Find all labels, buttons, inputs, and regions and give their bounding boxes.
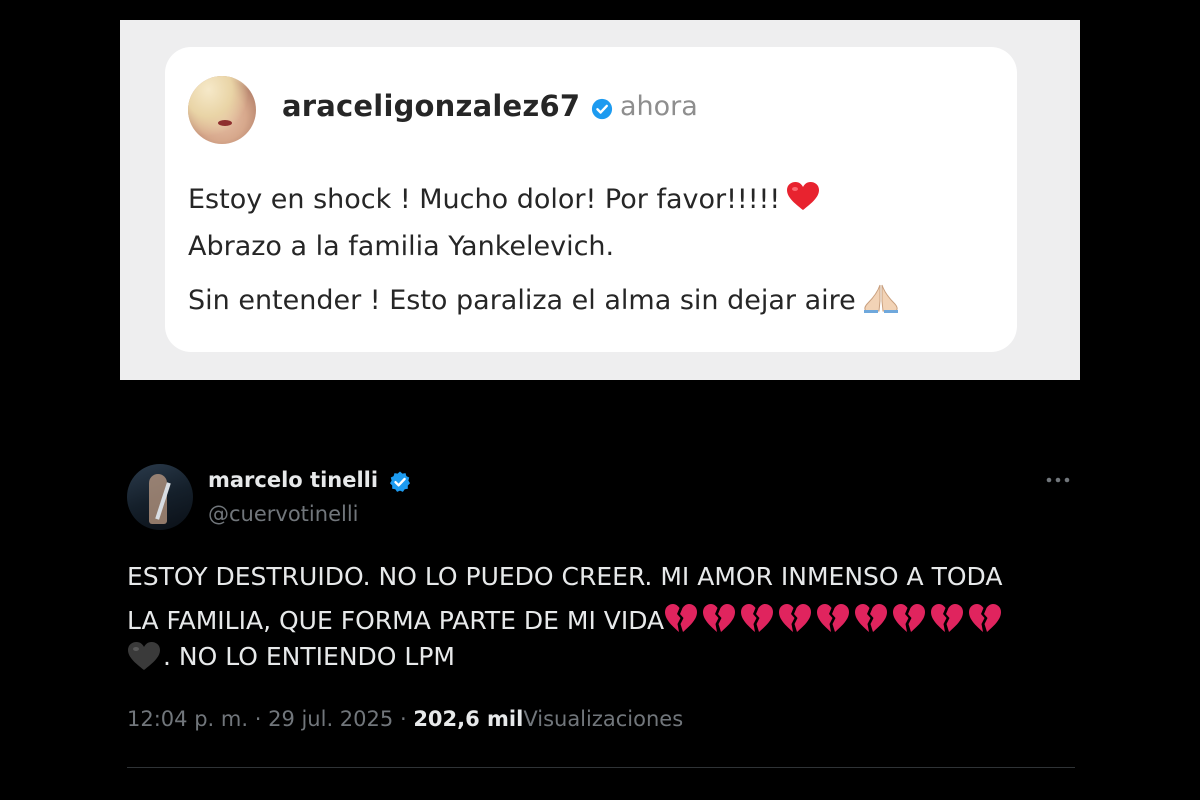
instagram-caption-line-1: Estoy en shock ! Mucho dolor! Por favor!… (188, 181, 820, 215)
broken-heart-icon (665, 604, 698, 632)
broken-heart-icon (855, 604, 888, 632)
broken-hearts-emoji-row (665, 604, 1002, 632)
instagram-post-time: ahora (620, 91, 698, 122)
tweet-text: . NO LO ENTIENDO LPM (163, 642, 455, 671)
separator-dot: · (399, 707, 407, 731)
black-heart-icon (128, 642, 160, 670)
views-label: Visualizaciones (523, 707, 684, 731)
instagram-avatar[interactable] (188, 76, 256, 144)
separator-dot: · (254, 707, 262, 731)
verified-badge-icon (591, 98, 613, 120)
tweet-text-line-1: ESTOY DESTRUIDO. NO LO PUEDO CREER. MI A… (127, 562, 1003, 591)
screenshot: araceligonzalez67 ahora Estoy en shock !… (0, 0, 1200, 800)
tweet-date[interactable]: 29 jul. 2025 (268, 707, 393, 731)
twitter-display-name[interactable]: marcelo tinelli (208, 468, 378, 492)
verified-badge-icon[interactable] (388, 470, 412, 494)
tweet-text: LA FAMILIA, QUE FORMA PARTE DE MI VIDA (127, 606, 665, 635)
caption-text: Estoy en shock ! Mucho dolor! Por favor!… (188, 184, 781, 215)
broken-heart-icon (893, 604, 926, 632)
instagram-post-screenshot: araceligonzalez67 ahora Estoy en shock !… (120, 20, 1080, 380)
tweet-text-line-2: LA FAMILIA, QUE FORMA PARTE DE MI VIDA (127, 601, 1006, 635)
avatar-hair (188, 76, 256, 144)
broken-heart-icon (817, 604, 850, 632)
twitter-handle[interactable]: @cuervotinelli (208, 502, 359, 526)
tweet-text-line-3: . NO LO ENTIENDO LPM (127, 641, 455, 671)
tweet-metadata: 12:04 p. m. · 29 jul. 2025 · 202,6 milVi… (127, 707, 683, 731)
tweet-time[interactable]: 12:04 p. m. (127, 707, 248, 731)
instagram-caption-line-2: Abrazo a la familia Yankelevich. (188, 231, 615, 262)
instagram-username[interactable]: araceligonzalez67 (282, 89, 580, 123)
broken-heart-icon (969, 604, 1002, 632)
broken-heart-icon (931, 604, 964, 632)
twitter-avatar[interactable] (127, 464, 193, 530)
red-heart-icon (787, 182, 820, 210)
more-options-icon[interactable] (1042, 466, 1074, 494)
broken-heart-icon (779, 604, 812, 632)
views-count[interactable]: 202,6 mil (413, 707, 523, 731)
broken-heart-icon (741, 604, 774, 632)
caption-text: Sin entender ! Esto paraliza el alma sin… (188, 285, 856, 316)
folded-hands-icon (863, 284, 898, 313)
broken-heart-icon (703, 604, 736, 632)
instagram-caption-line-3: Sin entender ! Esto paraliza el alma sin… (188, 281, 900, 316)
avatar-lips (218, 120, 232, 126)
instagram-post-card: araceligonzalez67 ahora Estoy en shock !… (165, 47, 1017, 352)
divider (127, 767, 1075, 768)
